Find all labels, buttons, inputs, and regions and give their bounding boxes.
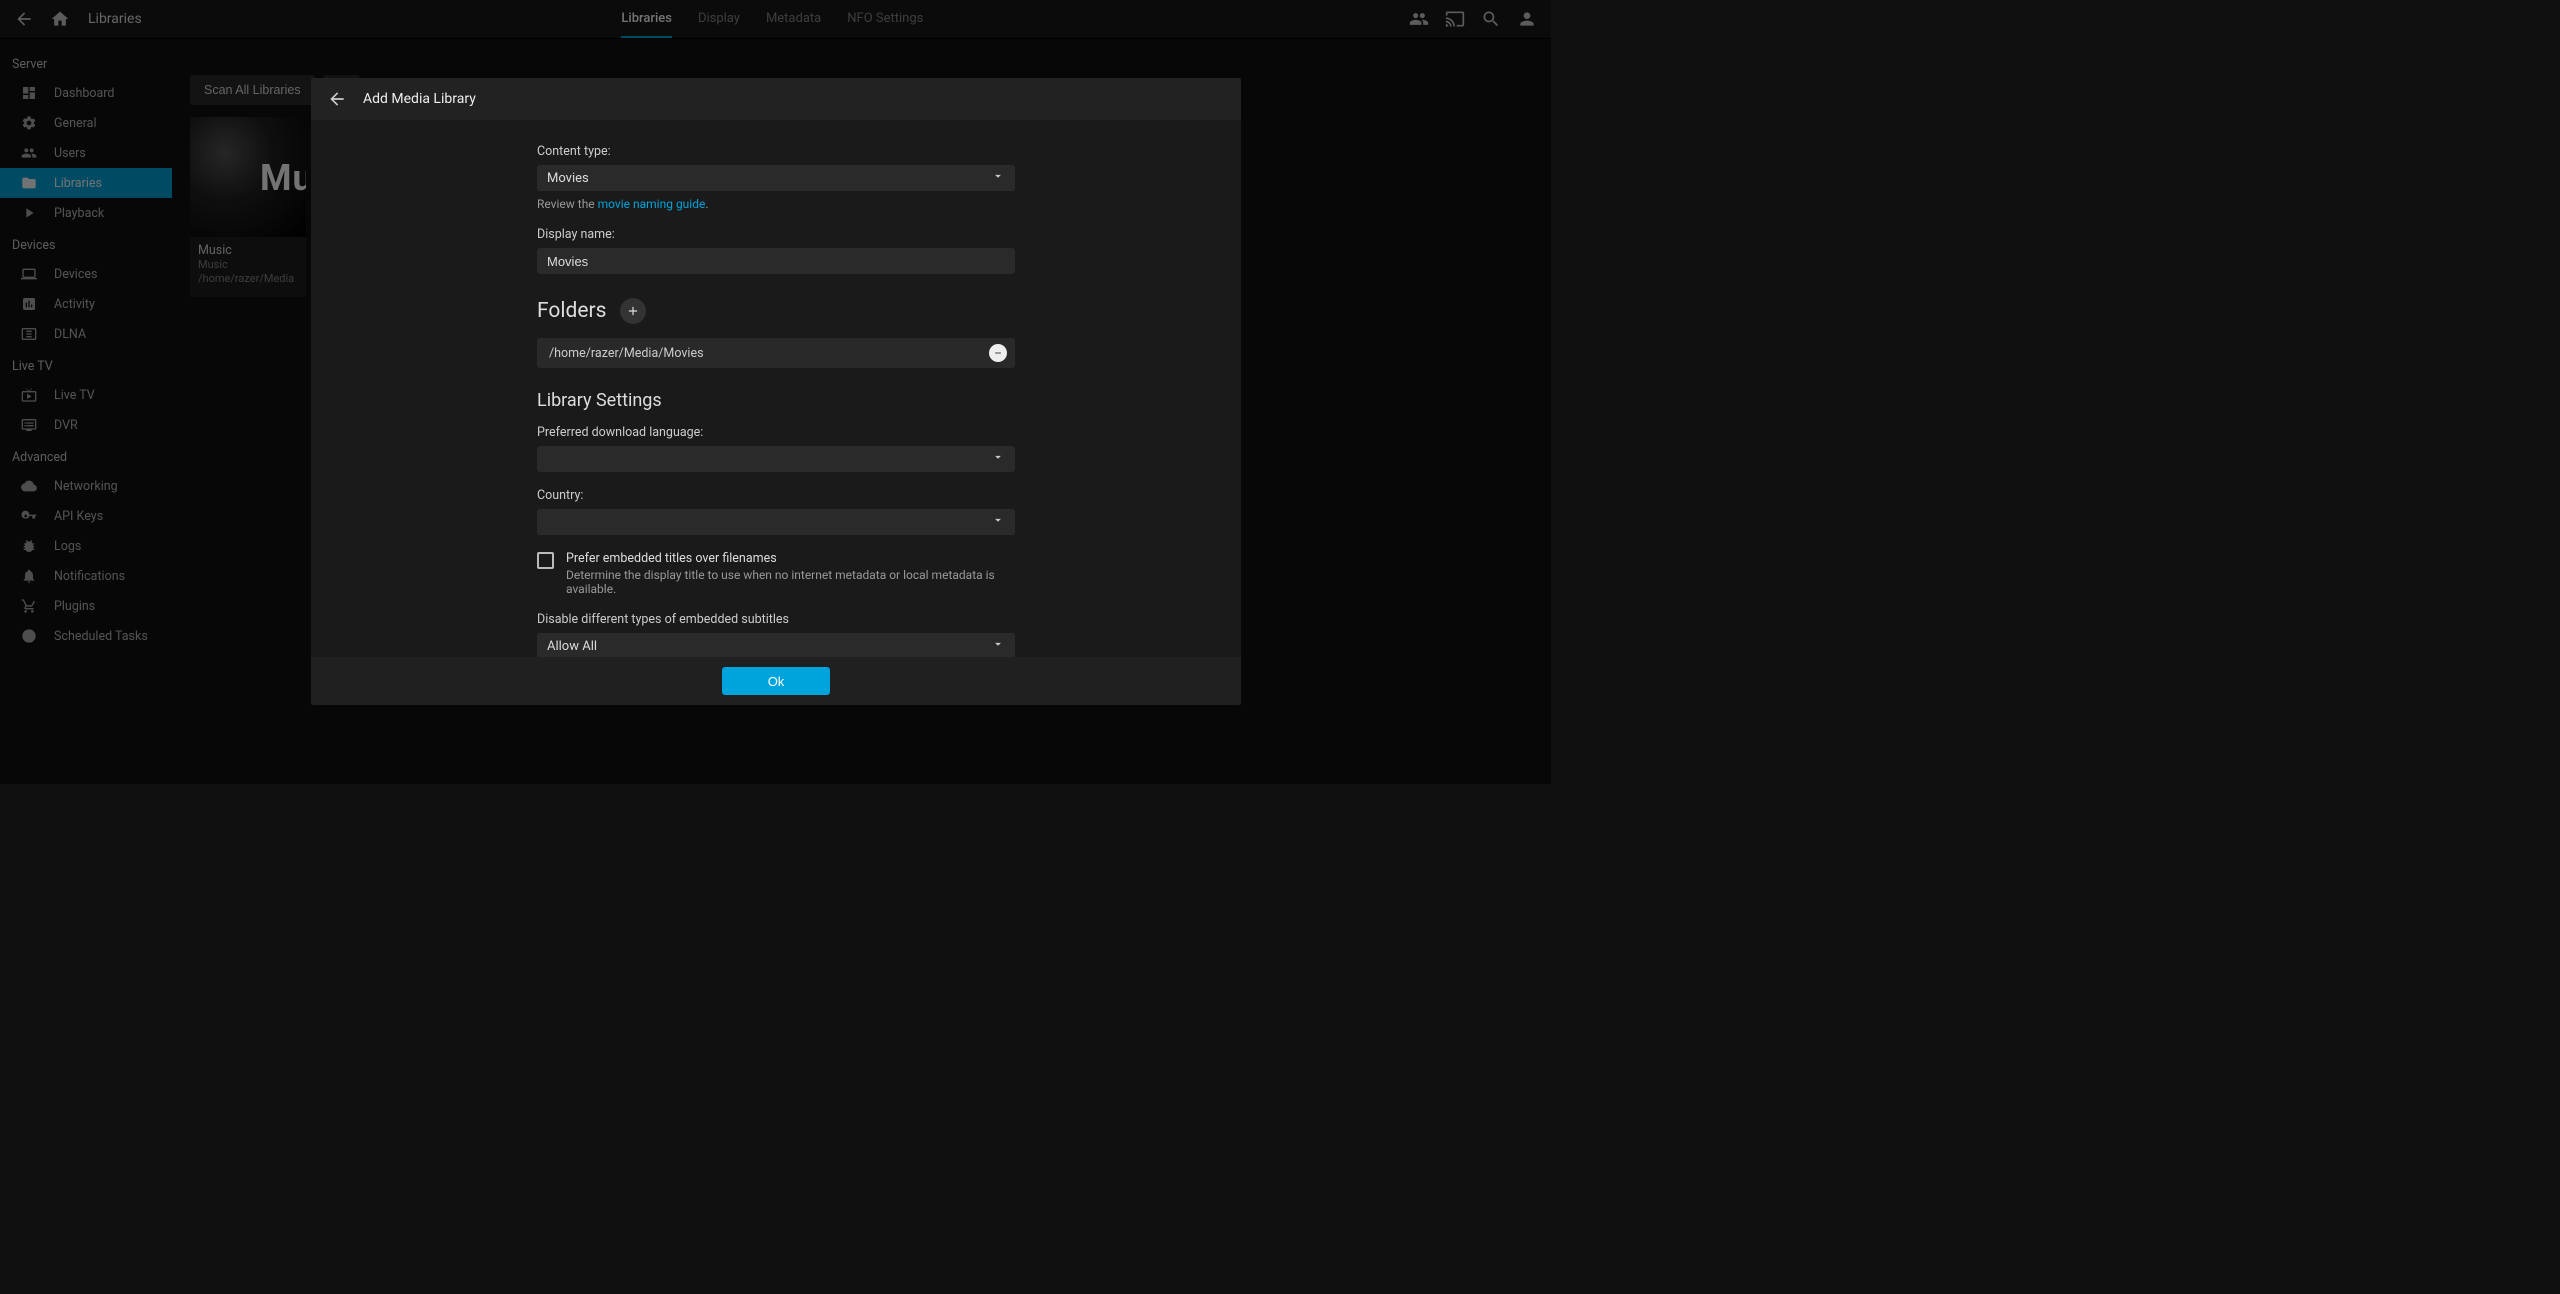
plus-icon [626, 304, 640, 318]
prefer-embedded-help: Determine the display title to use when … [566, 568, 1015, 596]
chevron-down-icon [991, 637, 1005, 655]
prefer-embedded-label: Prefer embedded titles over filenames [566, 551, 1015, 566]
dialog-header: Add Media Library [311, 78, 1241, 120]
content-type-value: Movies [547, 171, 589, 186]
folder-path: /home/razer/Media/Movies [549, 346, 704, 361]
minus-icon [993, 348, 1003, 358]
display-name-label: Display name: [537, 227, 1015, 242]
preferred-language-select[interactable] [537, 446, 1015, 472]
add-media-library-dialog: Add Media Library Content type: Movies R… [311, 78, 1241, 705]
chevron-down-icon [991, 513, 1005, 531]
disable-subtitles-select[interactable]: Allow All [537, 633, 1015, 657]
disable-subtitles-label: Disable different types of embedded subt… [537, 612, 1015, 627]
display-name-input[interactable] [537, 248, 1015, 274]
dialog-back-button[interactable] [325, 87, 349, 111]
country-label: Country: [537, 488, 1015, 503]
ok-button[interactable]: Ok [722, 667, 830, 695]
folders-title: Folders [537, 299, 606, 323]
disable-subtitles-value: Allow All [547, 639, 597, 654]
content-type-label: Content type: [537, 144, 1015, 159]
naming-guide-link[interactable]: movie naming guide [598, 197, 706, 211]
arrow-back-icon [327, 89, 347, 109]
chevron-down-icon [991, 169, 1005, 187]
folder-row: /home/razer/Media/Movies [537, 338, 1015, 368]
chevron-down-icon [991, 450, 1005, 468]
prefer-embedded-checkbox[interactable] [537, 552, 554, 569]
naming-guide-hint: Review the movie naming guide. [537, 197, 1015, 211]
preferred-language-label: Preferred download language: [537, 425, 1015, 440]
country-select[interactable] [537, 509, 1015, 535]
remove-folder-button[interactable] [989, 344, 1007, 362]
content-type-select[interactable]: Movies [537, 165, 1015, 191]
dialog-title: Add Media Library [363, 91, 476, 107]
library-settings-title: Library Settings [537, 390, 662, 411]
dialog-footer: Ok [311, 657, 1241, 705]
add-folder-button[interactable] [620, 298, 646, 324]
